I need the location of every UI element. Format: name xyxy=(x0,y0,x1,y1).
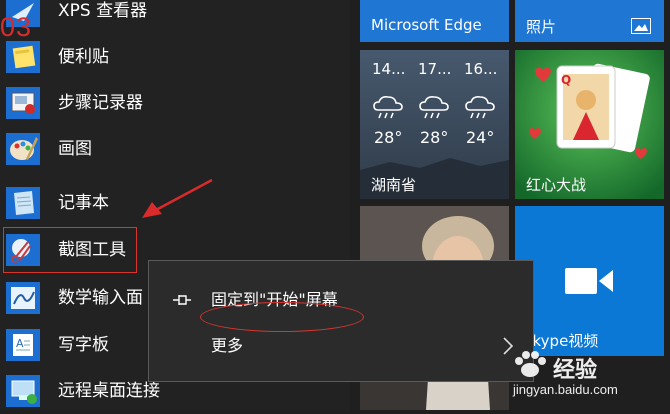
menu-item-label: 更多 xyxy=(211,336,244,355)
app-label: 远程桌面连接 xyxy=(58,381,160,401)
weather-day-3: 16... xyxy=(464,60,498,78)
baidu-watermark: 经验 jingyan.baidu.com xyxy=(505,350,665,406)
menu-item-more[interactable]: 更多 xyxy=(149,323,533,369)
svg-text:A: A xyxy=(16,337,24,350)
pin-icon xyxy=(173,295,191,305)
app-label: 便利贴 xyxy=(58,47,109,67)
weather-temp-2: 28° xyxy=(420,128,449,147)
paint-icon xyxy=(6,133,40,165)
rain-cloud-icon xyxy=(465,96,495,119)
math-input-icon xyxy=(6,282,40,314)
sticky-notes-icon xyxy=(6,41,40,73)
menu-item-pin-to-start[interactable]: 固定到"开始"屏幕 xyxy=(149,277,533,332)
tile-hearts-game[interactable]: Q 红心大战 xyxy=(515,50,664,199)
annotation-arrow xyxy=(142,178,213,218)
app-label: 画图 xyxy=(58,139,92,159)
rain-cloud-icon xyxy=(373,96,403,119)
annotation-highlight-box xyxy=(3,227,137,273)
weather-temp-3: 24° xyxy=(466,128,495,147)
tile-photos[interactable]: 照片 xyxy=(515,0,664,42)
wordpad-icon: A xyxy=(6,329,40,361)
context-menu: 固定到"开始"屏幕 更多 xyxy=(148,260,534,382)
baidu-paw-logo xyxy=(515,351,546,377)
app-item-steps-recorder[interactable]: 步骤记录器 xyxy=(0,80,350,126)
app-item-paint[interactable]: 画图 xyxy=(0,126,350,172)
tile-label: 红心大战 xyxy=(526,176,587,194)
weather-day-1: 14... xyxy=(372,60,406,78)
tile-label: Microsoft Edge xyxy=(371,16,482,34)
app-item-xps-viewer[interactable]: XPS 查看器 xyxy=(0,0,350,34)
watermark-brand: 经验 xyxy=(553,357,598,382)
weather-location: 湖南省 xyxy=(371,176,417,194)
app-item-sticky-notes[interactable]: 便利贴 xyxy=(0,34,350,80)
app-label: 记事本 xyxy=(58,193,109,213)
notepad-icon xyxy=(6,187,40,219)
remote-desktop-icon xyxy=(6,375,40,407)
tile-label: Skype视频 xyxy=(523,332,599,350)
steps-recorder-icon xyxy=(6,87,40,119)
photo-icon xyxy=(631,18,651,34)
tile-label: 照片 xyxy=(526,18,557,36)
weather-day-2: 17... xyxy=(418,60,452,78)
tile-skype-video[interactable]: Skype视频 xyxy=(515,206,664,356)
watermark-url: jingyan.baidu.com xyxy=(513,382,618,397)
app-label: XPS 查看器 xyxy=(58,1,148,21)
video-camera-icon xyxy=(565,268,613,294)
app-label: 数学输入面 xyxy=(58,288,143,308)
app-label: 步骤记录器 xyxy=(58,93,143,113)
weather-temp-1: 28° xyxy=(374,128,403,147)
annotation-step-number: 03 xyxy=(0,12,33,42)
tile-microsoft-edge[interactable]: Microsoft Edge xyxy=(360,0,509,42)
app-label: 写字板 xyxy=(58,335,109,355)
tile-weather[interactable]: 14... 17... 16... 28° 28° 24° 湖南省 xyxy=(360,50,509,199)
svg-text:Q: Q xyxy=(561,73,571,87)
rain-cloud-icon xyxy=(419,96,449,119)
